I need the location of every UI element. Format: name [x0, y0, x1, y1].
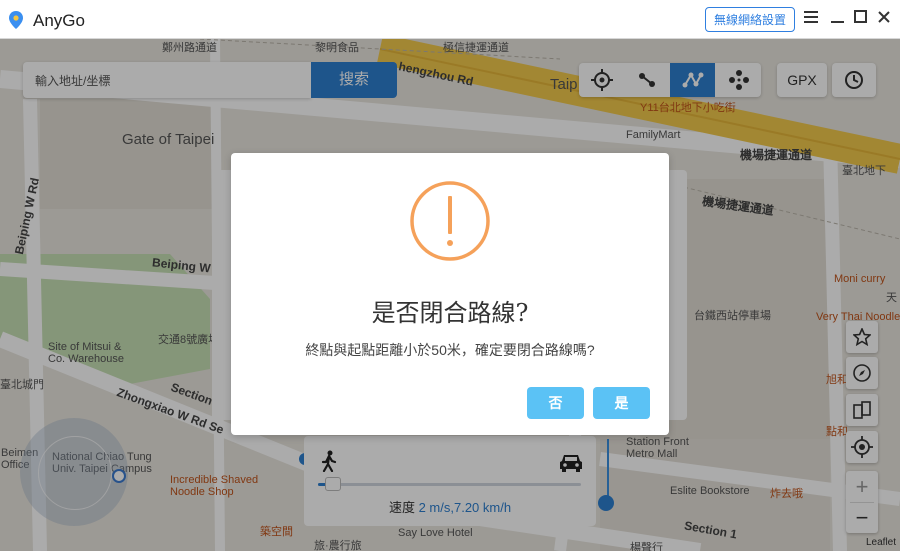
title-bar: AnyGo 無線網絡設置 [0, 0, 900, 39]
dialog-title: 是否閉合路線? [371, 299, 529, 327]
dialog-message: 終點與起點距離小於50米，確定要閉合路線嗎? [305, 342, 595, 358]
no-button[interactable]: 否 [527, 387, 584, 419]
warning-icon [410, 181, 490, 261]
app-title: AnyGo [33, 11, 85, 30]
close-icon[interactable] [875, 10, 893, 28]
menu-icon[interactable] [802, 10, 820, 28]
wireless-settings-button[interactable]: 無線網絡設置 [705, 7, 795, 32]
yes-button[interactable]: 是 [593, 387, 650, 419]
minimize-icon[interactable] [828, 10, 846, 28]
maximize-icon[interactable] [851, 10, 869, 28]
close-route-dialog: 是否閉合路線? 終點與起點距離小於50米，確定要閉合路線嗎? 否 是 [231, 153, 669, 435]
location-pin-icon [9, 11, 23, 29]
